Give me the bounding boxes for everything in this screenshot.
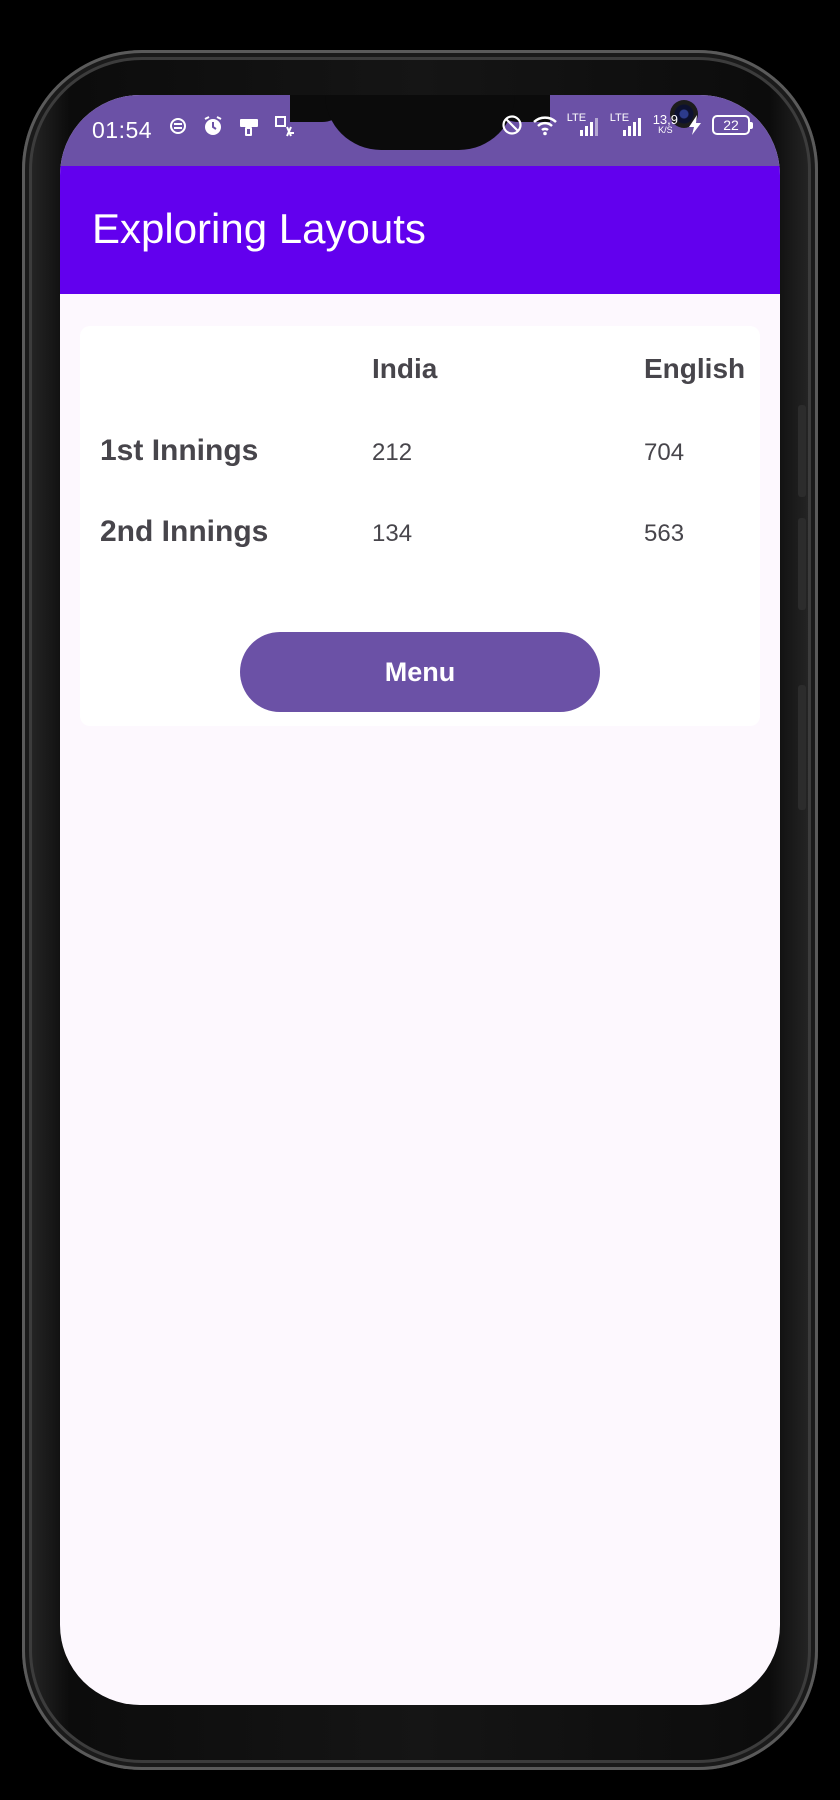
data-saver-icon [168,115,188,137]
speed-unit: K/S [658,125,673,135]
battery-icon: 22 [712,115,753,135]
column-header-india: India [372,353,438,384]
battery-level: 22 [723,117,739,133]
power-button [798,685,806,810]
speed-icon: 13,9 K/S [652,112,678,136]
status-right-icons: LTE LTE 13,9 K/S 22 [501,112,753,137]
screen: 01:54 LTE LTE 13,9 K/S 22 Exploring Layo… [60,95,780,1705]
cell-english-1st-innings: 704 [644,439,685,466]
volume-down-button [798,518,806,610]
lte-label-1: LTE [566,112,587,124]
speed-value: 13,9 [652,112,678,127]
wifi-icon [532,114,558,136]
lte-label-2: LTE [609,112,630,124]
app-bar-title: Exploring Layouts [92,205,426,252]
cell-india-2nd-innings: 134 [372,520,413,547]
status-bar: 01:54 LTE LTE 13,9 K/S 22 [60,95,780,166]
status-left-icons [168,115,296,137]
menu-button[interactable]: Menu [240,632,600,712]
status-time: 01:54 [92,117,153,143]
signal-lte-2-icon: LTE [610,113,644,137]
row-label-1st-innings: 1st Innings [100,434,259,467]
signal-lte-1-icon: LTE [567,113,601,137]
dnd-icon [501,114,523,136]
cell-india-1st-innings: 212 [372,439,413,466]
volume-up-button [798,405,806,497]
charging-icon [687,114,703,136]
app-bar: Exploring Layouts [60,166,780,294]
score-table: India English 1st Innings 212 704 2nd In… [80,326,760,726]
cell-english-2nd-innings: 563 [644,520,685,547]
alarm-icon [202,115,224,137]
column-header-english: English [644,353,746,384]
camera-notch [325,95,698,150]
phone-clean-icon [238,115,260,137]
row-label-2nd-innings: 2nd Innings [100,515,269,548]
